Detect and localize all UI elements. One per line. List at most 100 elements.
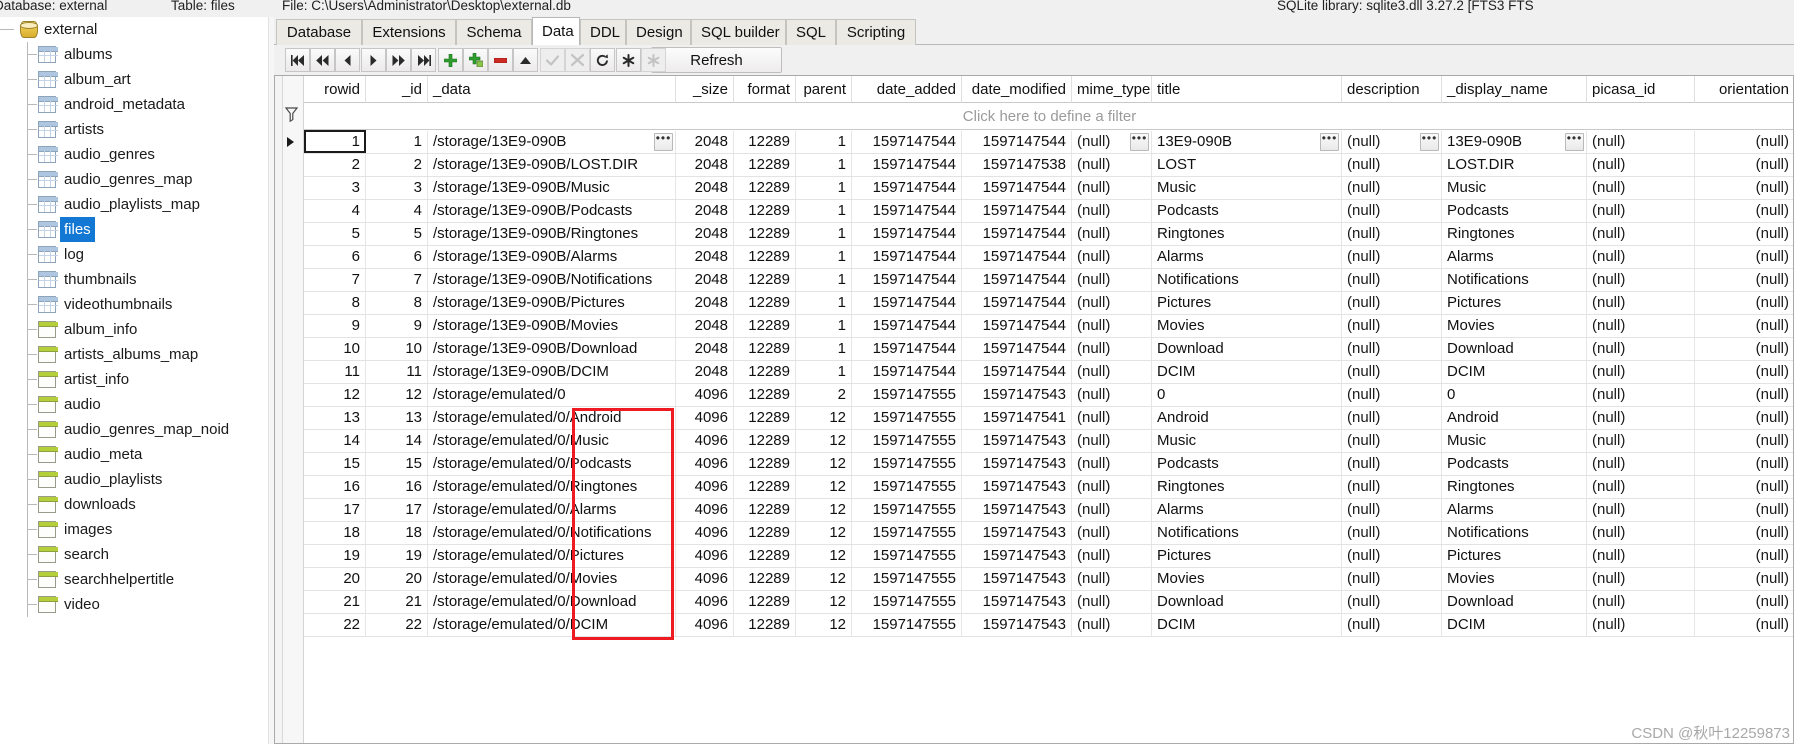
cell-orientation[interactable]: (null) [1695, 200, 1793, 222]
cell-mime_type[interactable]: (null) [1072, 522, 1152, 544]
cell-description[interactable]: (null) [1342, 499, 1442, 521]
cell-format[interactable]: 12289 [734, 361, 796, 383]
cell-data[interactable]: /storage/emulated/0/Alarms [428, 499, 676, 521]
cell-orientation[interactable]: (null) [1695, 223, 1793, 245]
cell-date_added[interactable]: 1597147555 [852, 384, 962, 406]
cell-description[interactable]: (null) [1342, 522, 1442, 544]
cell-rowid[interactable]: 21 [304, 591, 366, 613]
cell-editor-ellipsis-button[interactable]: ••• [1420, 132, 1439, 151]
cell-id[interactable]: 22 [366, 614, 428, 636]
cell-rowid[interactable]: 10 [304, 338, 366, 360]
cell-title[interactable]: DCIM [1152, 361, 1342, 383]
cell-date_modified[interactable]: 1597147538 [962, 154, 1072, 176]
cell-date_added[interactable]: 1597147544 [852, 177, 962, 199]
cell-size[interactable]: 2048 [676, 246, 734, 268]
cell-date_modified[interactable]: 1597147544 [962, 200, 1072, 222]
cell-picasa_id[interactable]: (null) [1587, 522, 1695, 544]
cell-rowid[interactable]: 15 [304, 453, 366, 475]
cell-picasa_id[interactable]: (null) [1587, 223, 1695, 245]
cell-size[interactable]: 4096 [676, 591, 734, 613]
cell-parent[interactable]: 1 [796, 200, 852, 222]
cell-display_name[interactable]: Notifications [1442, 269, 1587, 291]
cell-picasa_id[interactable]: (null) [1587, 568, 1695, 590]
cell-format[interactable]: 12289 [734, 568, 796, 590]
cell-date_added[interactable]: 1597147555 [852, 545, 962, 567]
refresh-record-button[interactable] [590, 48, 615, 72]
cell-mime_type[interactable]: (null) [1072, 338, 1152, 360]
cell-date_modified[interactable]: 1597147543 [962, 614, 1072, 636]
cell-description[interactable]: (null) [1342, 292, 1442, 314]
cell-size[interactable]: 4096 [676, 614, 734, 636]
cell-picasa_id[interactable]: (null) [1587, 246, 1695, 268]
cell-date_modified[interactable]: 1597147544 [962, 223, 1072, 245]
tree-item-search[interactable]: search [0, 542, 268, 567]
cell-orientation[interactable]: (null) [1695, 614, 1793, 636]
cell-id[interactable]: 13 [366, 407, 428, 429]
table-row[interactable]: 22 22/storage/emulated/0/DCIM 4096 12289 12 1… [304, 614, 1793, 637]
cell-description[interactable]: (null) [1342, 384, 1442, 406]
cell-size[interactable]: 2048 [676, 154, 734, 176]
cell-title[interactable]: Ringtones [1152, 223, 1342, 245]
tab-sql[interactable]: SQL [786, 19, 836, 45]
cell-data[interactable]: /storage/13E9-090B/Pictures [428, 292, 676, 314]
duplicate-record-button[interactable] [463, 48, 488, 72]
cell-title[interactable]: Movies [1152, 315, 1342, 337]
cell-mime_type[interactable]: (null) [1072, 499, 1152, 521]
cell-display_name[interactable]: Download [1442, 338, 1587, 360]
column-header-description[interactable]: description [1342, 76, 1442, 103]
cell-mime_type[interactable]: (null) [1072, 430, 1152, 452]
cell-title[interactable]: DCIM [1152, 614, 1342, 636]
table-row[interactable]: 3 3/storage/13E9-090B/Music 2048 12289 1 1597… [304, 177, 1793, 200]
cell-format[interactable]: 12289 [734, 154, 796, 176]
cell-rowid[interactable]: 1 [304, 131, 366, 153]
cell-date_modified[interactable]: 1597147544 [962, 361, 1072, 383]
record-toolbar[interactable]: Refresh [274, 45, 1794, 75]
cell-date_modified[interactable]: 1597147544 [962, 269, 1072, 291]
column-header-rowid[interactable]: rowid [304, 76, 366, 103]
cell-date_modified[interactable]: 1597147543 [962, 545, 1072, 567]
cell-mime_type[interactable]: (null) [1072, 476, 1152, 498]
data-grid[interactable]: rowid _id _data _size format parent date_added… [274, 75, 1794, 744]
cell-id[interactable]: 16 [366, 476, 428, 498]
cell-id[interactable]: 1 [366, 131, 428, 153]
cell-rowid[interactable]: 6 [304, 246, 366, 268]
cell-orientation[interactable]: (null) [1695, 154, 1793, 176]
cell-rowid[interactable]: 17 [304, 499, 366, 521]
cell-size[interactable]: 4096 [676, 407, 734, 429]
cell-date_modified[interactable]: 1597147541 [962, 407, 1072, 429]
cell-parent[interactable]: 1 [796, 338, 852, 360]
cell-size[interactable]: 2048 [676, 315, 734, 337]
table-row[interactable]: 16 16/storage/emulated/0/Ringtones 4096 122… [304, 476, 1793, 499]
cell-rowid[interactable]: 20 [304, 568, 366, 590]
cell-parent[interactable]: 12 [796, 591, 852, 613]
cell-parent[interactable]: 1 [796, 315, 852, 337]
cell-picasa_id[interactable]: (null) [1587, 315, 1695, 337]
filter-hint-label[interactable]: Click here to define a filter [304, 103, 1793, 130]
cell-parent[interactable]: 2 [796, 384, 852, 406]
cell-data[interactable]: /storage/emulated/0/DCIM [428, 614, 676, 636]
cell-data[interactable]: /storage/emulated/0/Movies [428, 568, 676, 590]
cell-rowid[interactable]: 3 [304, 177, 366, 199]
cell-display_name[interactable]: Music [1442, 177, 1587, 199]
table-row[interactable]: 20 20/storage/emulated/0/Movies 4096 12289 1… [304, 568, 1793, 591]
cell-date_added[interactable]: 1597147555 [852, 407, 962, 429]
cell-size[interactable]: 4096 [676, 476, 734, 498]
set-null-button[interactable] [616, 48, 641, 72]
cell-format[interactable]: 12289 [734, 223, 796, 245]
cell-data[interactable]: /storage/emulated/0/Android [428, 407, 676, 429]
cell-format[interactable]: 12289 [734, 246, 796, 268]
cell-id[interactable]: 12 [366, 384, 428, 406]
cell-parent[interactable]: 12 [796, 545, 852, 567]
tree-item-audio[interactable]: audio [0, 392, 268, 417]
cell-date_modified[interactable]: 1597147543 [962, 591, 1072, 613]
column-header-date_added[interactable]: date_added [852, 76, 962, 103]
cell-mime_type[interactable]: (null) [1072, 246, 1152, 268]
cell-orientation[interactable]: (null) [1695, 361, 1793, 383]
cell-display_name[interactable]: Movies [1442, 568, 1587, 590]
cell-format[interactable]: 12289 [734, 499, 796, 521]
cell-picasa_id[interactable]: (null) [1587, 177, 1695, 199]
first-record-button[interactable] [285, 48, 310, 72]
cell-rowid[interactable]: 4 [304, 200, 366, 222]
cell-mime_type[interactable]: (null) [1072, 568, 1152, 590]
tab-database[interactable]: Database [276, 19, 362, 45]
